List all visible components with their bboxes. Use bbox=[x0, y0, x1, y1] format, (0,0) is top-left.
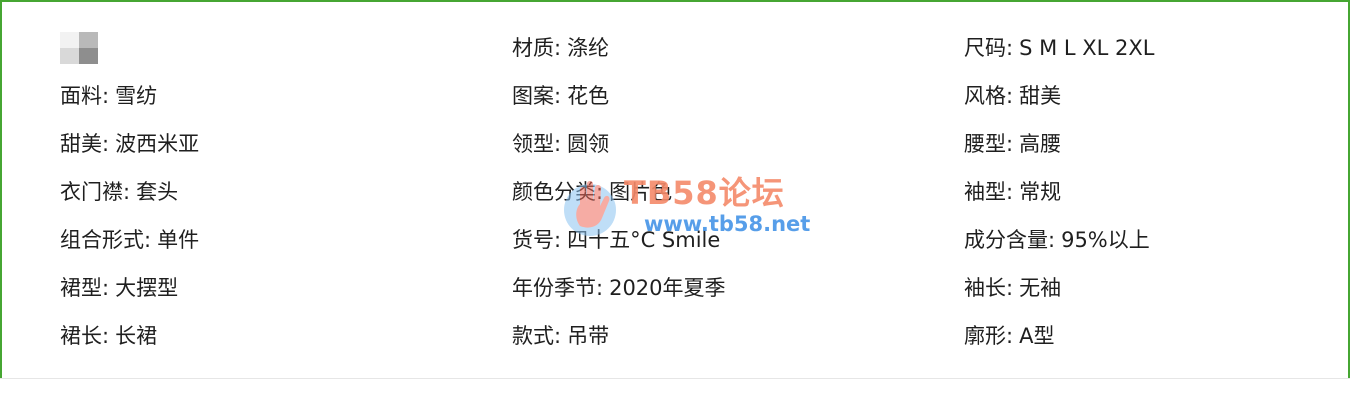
product-thumbnail-image[interactable] bbox=[60, 32, 98, 64]
attr-label: 裙型: bbox=[60, 276, 110, 300]
attr-value: 套头 bbox=[136, 180, 179, 204]
attr-value: 2020年夏季 bbox=[609, 276, 726, 300]
attr-waist: 腰型: 高腰 bbox=[964, 120, 1320, 168]
attr-value: 花色 bbox=[567, 84, 610, 108]
attr-value: 圆领 bbox=[567, 132, 610, 156]
attr-value: 常规 bbox=[1019, 180, 1062, 204]
attr-value: 图片色 bbox=[609, 180, 673, 204]
attribute-grid: 材质: 涤纶 尺码: S M L XL 2XL 面料: 雪纺 图案: 花色 风格: 甜美 … bbox=[60, 24, 1320, 360]
attr-value: 涤纶 bbox=[567, 36, 610, 60]
attr-label: 面料: bbox=[60, 84, 110, 108]
attr-label: 款式: bbox=[512, 324, 562, 348]
attr-value: 雪纺 bbox=[115, 84, 158, 108]
attr-label: 颜色分类: bbox=[512, 180, 604, 204]
attr-fabric: 面料: 雪纺 bbox=[60, 72, 512, 120]
attr-value: 波西米亚 bbox=[115, 132, 200, 156]
panel-bottom-divider bbox=[0, 378, 1350, 379]
attr-label: 甜美: bbox=[60, 132, 110, 156]
attr-label: 组合形式: bbox=[60, 228, 152, 252]
attr-label: 材质: bbox=[512, 36, 562, 60]
attr-value: 长裙 bbox=[115, 324, 158, 348]
attr-composition: 成分含量: 95%以上 bbox=[964, 216, 1320, 264]
attr-value: 无袖 bbox=[1019, 276, 1062, 300]
attr-skirt-type: 裙型: 大摆型 bbox=[60, 264, 512, 312]
attr-value: 甜美 bbox=[1019, 84, 1062, 108]
attr-combination: 组合形式: 单件 bbox=[60, 216, 512, 264]
attr-sweet-style: 甜美: 波西米亚 bbox=[60, 120, 512, 168]
attr-item-number: 货号: 四十五°C Smile bbox=[512, 216, 964, 264]
attr-sleeve-length: 袖长: 无袖 bbox=[964, 264, 1320, 312]
attr-pattern: 图案: 花色 bbox=[512, 72, 964, 120]
attr-value: 吊带 bbox=[567, 324, 610, 348]
attr-value: 大摆型 bbox=[115, 276, 179, 300]
attr-label: 成分含量: bbox=[964, 228, 1056, 252]
attr-label: 风格: bbox=[964, 84, 1014, 108]
attr-skirt-length: 裙长: 长裙 bbox=[60, 312, 512, 360]
attr-label: 领型: bbox=[512, 132, 562, 156]
attr-value: 四十五°C Smile bbox=[567, 228, 721, 252]
attr-label: 廓形: bbox=[964, 324, 1014, 348]
attr-value: S M L XL 2XL bbox=[1019, 36, 1155, 60]
attr-color: 颜色分类: 图片色 bbox=[512, 168, 964, 216]
attr-placket: 衣门襟: 套头 bbox=[60, 168, 512, 216]
attr-label: 尺码: bbox=[964, 36, 1014, 60]
attr-label: 年份季节: bbox=[512, 276, 604, 300]
attr-season: 年份季节: 2020年夏季 bbox=[512, 264, 964, 312]
attr-size: 尺码: S M L XL 2XL bbox=[964, 24, 1320, 72]
attr-design: 款式: 吊带 bbox=[512, 312, 964, 360]
attr-value: 单件 bbox=[157, 228, 200, 252]
attr-label: 图案: bbox=[512, 84, 562, 108]
attr-silhouette: 廓形: A型 bbox=[964, 312, 1320, 360]
attr-label: 袖长: bbox=[964, 276, 1014, 300]
attr-label: 衣门襟: bbox=[60, 180, 131, 204]
attr-style: 风格: 甜美 bbox=[964, 72, 1320, 120]
product-thumbnail-cell bbox=[60, 24, 512, 72]
attr-label: 货号: bbox=[512, 228, 562, 252]
attr-value: 高腰 bbox=[1019, 132, 1062, 156]
attr-sleeve-type: 袖型: 常规 bbox=[964, 168, 1320, 216]
attr-material: 材质: 涤纶 bbox=[512, 24, 964, 72]
attr-label: 腰型: bbox=[964, 132, 1014, 156]
attr-value: A型 bbox=[1019, 324, 1055, 348]
attr-label: 裙长: bbox=[60, 324, 110, 348]
attr-label: 袖型: bbox=[964, 180, 1014, 204]
attr-collar: 领型: 圆领 bbox=[512, 120, 964, 168]
attr-value: 95%以上 bbox=[1061, 228, 1150, 252]
